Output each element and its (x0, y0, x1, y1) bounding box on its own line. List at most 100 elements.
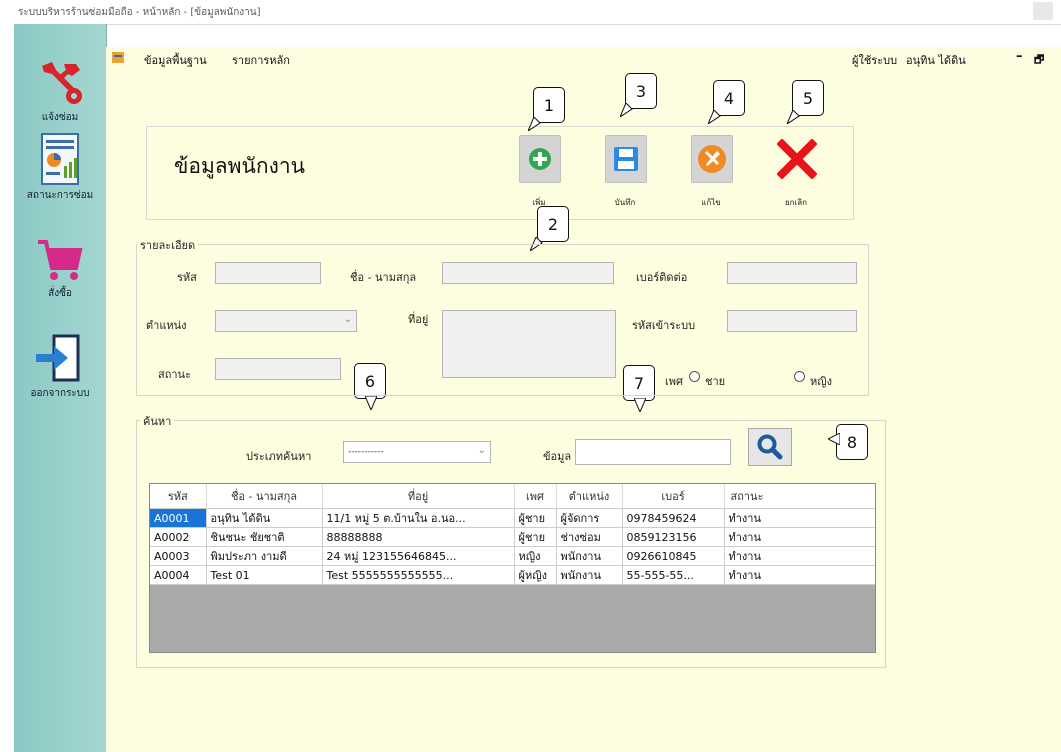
logout-door-icon (36, 334, 80, 382)
callout-pointer (708, 110, 721, 124)
table-cell[interactable]: อนุทิน ได้ดิน (206, 508, 323, 528)
user-name: อนุทิน ได้ดิน (906, 54, 966, 67)
table-row[interactable]: A0001 อนุทิน ได้ดิน 11/1 หมู่ 5 ต.บ้านใน… (150, 508, 875, 528)
name-label: ชื่อ - นามสกุล (350, 271, 417, 284)
table-cell[interactable]: 55-555-55... (622, 565, 725, 585)
callout-4: 4 (708, 80, 745, 124)
sidebar-item-logout[interactable]: ออกจากระบบ (14, 334, 106, 401)
table-cell[interactable]: ผู้ชาย (514, 527, 557, 547)
save-button-label: บันทึก (614, 198, 636, 207)
cancel-button[interactable] (776, 135, 818, 183)
table-cell[interactable]: A0002 (150, 527, 207, 547)
table-cell[interactable]: 0926610845 (622, 546, 725, 566)
table-cell[interactable]: A0001 (150, 508, 207, 528)
callout-3: 3 (620, 73, 657, 117)
gender-label: เพศ (665, 375, 683, 388)
floppy-disk-icon (614, 147, 638, 171)
table-cell[interactable]: พนักงาน (556, 565, 623, 585)
table-cell[interactable]: Test 01 (206, 565, 323, 585)
search-icon (757, 434, 783, 460)
column-header[interactable]: เบอร์ (622, 484, 725, 509)
table-cell[interactable]: A0003 (150, 546, 207, 566)
sidebar-item-repair-status[interactable]: สถานะการซ่อม (14, 132, 106, 203)
status-field[interactable] (215, 358, 341, 380)
table-cell[interactable]: ผู้หญิง (514, 565, 557, 585)
edit-button[interactable] (691, 135, 733, 183)
repair-tools-icon (42, 62, 82, 104)
password-field[interactable] (727, 310, 857, 332)
window-title: ระบบบริหารร้านซ่อมมือถือ - หน้าหลัก - [ข… (18, 7, 261, 18)
window-control-button[interactable] (1033, 2, 1053, 20)
table-cell[interactable]: 24 หมู่ 123155646845... (322, 546, 515, 566)
app-menu-icon[interactable] (112, 52, 124, 63)
employee-grid[interactable]: รหัส ชื่อ - นามสกุล ที่อยู่ เพศ ตำแหน่ง … (149, 483, 876, 653)
table-cell[interactable]: 0978459624 (622, 508, 725, 528)
address-field[interactable] (442, 310, 616, 378)
search-type-label: ประเภทค้นหา (246, 450, 312, 463)
table-row[interactable]: A0004 Test 01 Test 5555555555555... ผู้ห… (150, 565, 875, 585)
callout-pointer (634, 398, 646, 412)
table-row[interactable]: A0003 พิมประภา งามดี 24 หมู่ 12315564684… (150, 546, 875, 566)
table-cell[interactable]: ทำงาน (724, 508, 875, 528)
menu-item-master-data[interactable]: ข้อมูลพื้นฐาน (144, 51, 207, 69)
table-cell[interactable]: ชินชนะ ชัยชาติ (206, 527, 323, 547)
search-type-select[interactable]: ----------- ⌄ (343, 441, 491, 463)
phone-label: เบอร์ติดต่อ (636, 271, 688, 284)
position-label: ตำแหน่ง (146, 319, 187, 332)
edit-button-label: แก้ไข (701, 198, 721, 207)
table-cell[interactable]: Test 5555555555555... (322, 565, 515, 585)
gender-female-radio[interactable] (794, 371, 805, 382)
add-button[interactable] (519, 135, 561, 183)
table-cell[interactable]: ผู้จัดการ (556, 508, 623, 528)
report-chart-icon (41, 133, 79, 185)
column-header[interactable]: ที่อยู่ (322, 484, 515, 509)
sidebar-item-order[interactable]: สั่งซื้อ (14, 238, 106, 301)
table-cell[interactable]: ทำงาน (724, 527, 875, 547)
callout-pointer (528, 117, 541, 131)
table-cell[interactable]: ทำงาน (724, 546, 875, 566)
callout-number: 2 (547, 214, 559, 234)
phone-field[interactable] (727, 262, 857, 284)
column-header[interactable]: เพศ (514, 484, 557, 509)
table-row[interactable]: A0002 ชินชนะ ชัยชาติ 88888888 ผู้ชาย ช่า… (150, 527, 875, 547)
column-header[interactable]: สถานะ (724, 484, 875, 509)
callout-number: 5 (802, 88, 814, 108)
name-field[interactable] (442, 262, 614, 284)
column-header[interactable]: ชื่อ - นามสกุล (206, 484, 323, 509)
gender-female-label: หญิง (810, 375, 832, 388)
table-cell[interactable]: พนักงาน (556, 546, 623, 566)
page-title: ข้อมูลพนักงาน (174, 154, 305, 178)
search-input[interactable] (575, 439, 731, 465)
cancel-button-label: ยกเลิก (784, 198, 807, 207)
column-header[interactable]: รหัส (150, 484, 207, 509)
table-cell[interactable]: ผู้ชาย (514, 508, 557, 528)
minimize-button[interactable]: – (1016, 49, 1023, 64)
table-cell[interactable]: 11/1 หมู่ 5 ต.บ้านใน อ.นอ... (322, 508, 515, 528)
callout-number: 4 (723, 88, 735, 108)
password-label: รหัสเข้าระบบ (632, 319, 696, 332)
table-cell[interactable]: A0004 (150, 565, 207, 585)
table-cell[interactable]: หญิง (514, 546, 557, 566)
code-field[interactable] (215, 262, 321, 284)
gender-male-radio[interactable] (689, 371, 700, 382)
tools-edit-icon (698, 145, 726, 173)
table-header: รหัส ชื่อ - นามสกุล ที่อยู่ เพศ ตำแหน่ง … (150, 484, 875, 509)
callout-pointer (620, 103, 633, 117)
callout-5: 5 (787, 80, 824, 124)
table-cell[interactable]: 0859123156 (622, 527, 725, 547)
table-cell[interactable]: ทำงาน (724, 565, 875, 585)
table-cell[interactable]: พิมประภา งามดี (206, 546, 323, 566)
search-type-value: ----------- (348, 447, 384, 457)
sidebar-item-repair[interactable]: แจ้งซ่อม (14, 56, 106, 125)
table-cell[interactable]: 88888888 (322, 527, 515, 547)
table-cell[interactable]: ช่างซ่อม (556, 527, 623, 547)
code-label: รหัส (177, 271, 197, 284)
address-label: ที่อยู่ (408, 313, 429, 326)
restore-button[interactable]: 🗗 (1034, 51, 1044, 70)
position-select[interactable]: ⌄ (215, 310, 357, 332)
menu-item-main-list[interactable]: รายการหลัก (232, 51, 290, 69)
save-button[interactable] (605, 135, 647, 183)
search-button[interactable] (748, 428, 792, 466)
column-header[interactable]: ตำแหน่ง (556, 484, 623, 509)
shopping-cart-icon (38, 240, 83, 280)
